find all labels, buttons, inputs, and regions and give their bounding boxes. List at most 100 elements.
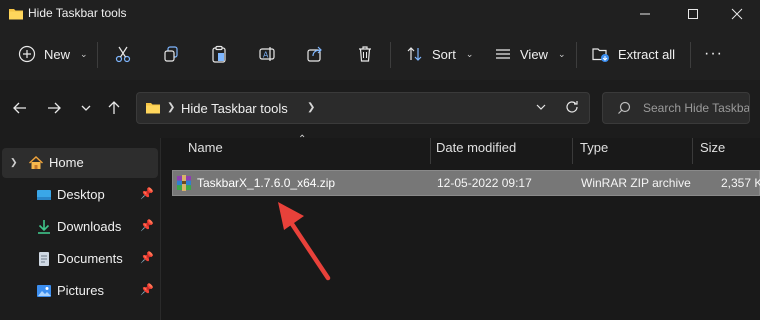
- home-icon: [28, 155, 44, 171]
- plus-circle-icon: [18, 45, 36, 63]
- sidebar-item-downloads[interactable]: Downloads 📌: [0, 212, 156, 242]
- document-icon: [36, 251, 52, 267]
- column-divider[interactable]: [430, 138, 431, 164]
- svg-text:A: A: [263, 51, 269, 60]
- view-label: View: [520, 46, 548, 62]
- winrar-archive-icon: [176, 175, 192, 191]
- clipboard-icon: [212, 45, 226, 63]
- view-list-icon: [496, 49, 510, 59]
- download-icon: [36, 219, 52, 235]
- sidebar-item-label: Documents: [57, 251, 123, 266]
- close-icon: [731, 8, 743, 20]
- breadcrumb-chevron-icon: ❯: [167, 102, 176, 113]
- file-name[interactable]: TaskbarX_1.7.6.0_x64.zip: [197, 176, 335, 190]
- search-box[interactable]: Search Hide Taskbar tools: [602, 92, 750, 124]
- folder-icon: [8, 7, 24, 21]
- divider: [97, 42, 98, 68]
- annotation-arrow-icon: [278, 202, 331, 281]
- pictures-icon: [36, 283, 52, 299]
- column-header-date[interactable]: Date modified: [436, 140, 516, 164]
- title-bar: Hide Taskbar tools: [0, 0, 760, 28]
- copy-button[interactable]: [162, 28, 180, 80]
- file-type: WinRAR ZIP archive: [581, 176, 691, 190]
- maximize-button[interactable]: [670, 0, 716, 28]
- chevron-down-icon: ⌄: [80, 48, 88, 59]
- up-button[interactable]: [104, 98, 124, 118]
- sort-label: Sort: [432, 46, 456, 62]
- sort-ascending-icon: ⌃: [298, 134, 307, 145]
- extract-icon: [592, 48, 609, 62]
- arrow-right-icon: [48, 102, 61, 114]
- trash-icon: [359, 46, 371, 62]
- cut-button[interactable]: [114, 28, 132, 80]
- sidebar-item-documents[interactable]: Documents 📌: [0, 244, 156, 274]
- pin-icon: 📌: [140, 252, 154, 264]
- new-button[interactable]: New ⌄: [18, 28, 88, 80]
- folder-icon: [145, 101, 161, 115]
- arrow-left-icon: [13, 102, 26, 114]
- window-title: Hide Taskbar tools: [28, 6, 127, 20]
- copy-icon: [164, 46, 178, 62]
- desktop-icon: [36, 187, 52, 203]
- search-icon: [617, 101, 631, 115]
- expand-chevron-icon[interactable]: ❯: [10, 157, 18, 168]
- pin-icon: 📌: [140, 284, 154, 296]
- sidebar-item-label: Downloads: [57, 219, 122, 234]
- refresh-button[interactable]: [565, 100, 579, 114]
- column-divider[interactable]: [692, 138, 693, 164]
- file-size: 2,357 K: [721, 176, 760, 190]
- chevron-down-icon: [81, 105, 91, 111]
- close-button[interactable]: [714, 0, 760, 28]
- view-button[interactable]: View ⌄: [494, 28, 566, 80]
- sidebar-item-label: Desktop: [57, 187, 105, 202]
- chevron-down-icon: ⌄: [465, 48, 474, 59]
- column-header-size[interactable]: Size: [700, 140, 725, 164]
- file-list: ⌃ Name Date modified Type Size TaskbarX_…: [162, 134, 760, 320]
- scissors-icon: [115, 46, 131, 63]
- chevron-down-icon: ⌄: [557, 48, 566, 59]
- sidebar-item-label: Pictures: [57, 283, 104, 298]
- refresh-icon: [566, 101, 578, 113]
- column-header-name[interactable]: Name: [188, 140, 223, 164]
- breadcrumb-folder[interactable]: Hide Taskbar tools: [181, 101, 288, 116]
- sidebar-item-desktop[interactable]: Desktop 📌: [0, 180, 156, 210]
- forward-button[interactable]: [44, 98, 64, 118]
- sort-button[interactable]: Sort ⌄: [406, 28, 473, 80]
- recent-locations-button[interactable]: [76, 98, 96, 118]
- table-row[interactable]: TaskbarX_1.7.6.0_x64.zip 12-05-2022 09:1…: [172, 170, 760, 196]
- maximize-icon: [688, 9, 698, 19]
- command-bar: New ⌄ A Sort ⌄ View ⌄ Extract all ···: [0, 28, 760, 81]
- column-divider[interactable]: [572, 138, 573, 164]
- search-placeholder: Search Hide Taskbar tools: [643, 101, 749, 115]
- file-date-modified: 12-05-2022 09:17: [437, 176, 532, 190]
- new-label: New: [44, 46, 71, 62]
- extract-all-button[interactable]: Extract all: [592, 28, 675, 80]
- sidebar-item-label: Home: [49, 155, 84, 170]
- chevron-down-icon: [536, 104, 546, 110]
- sidebar-item-pictures[interactable]: Pictures 📌: [0, 276, 156, 306]
- divider: [690, 42, 691, 68]
- paste-button[interactable]: [210, 28, 228, 80]
- minimize-button[interactable]: [622, 0, 668, 28]
- rename-button[interactable]: A: [258, 28, 276, 80]
- sidebar-item-home[interactable]: ❯ Home: [2, 148, 158, 178]
- address-history-dropdown[interactable]: [535, 101, 547, 113]
- share-button[interactable]: [306, 28, 324, 80]
- back-button[interactable]: [10, 98, 30, 118]
- minimize-icon: [640, 13, 650, 15]
- divider: [390, 42, 391, 68]
- more-options-button[interactable]: ···: [704, 28, 723, 80]
- sort-icon: [407, 47, 422, 61]
- rename-icon: A: [259, 47, 275, 61]
- column-header-type[interactable]: Type: [580, 140, 608, 164]
- pin-icon: 📌: [140, 188, 154, 200]
- share-icon: [307, 46, 322, 62]
- address-bar[interactable]: ❯ Hide Taskbar tools ❯: [136, 92, 590, 124]
- navigation-pane: ❯ Home Desktop 📌 Downloads 📌 Documents 📌…: [0, 138, 161, 320]
- divider: [576, 42, 577, 68]
- extract-all-label: Extract all: [618, 46, 676, 62]
- breadcrumb-chevron-icon[interactable]: ❯: [307, 102, 315, 113]
- arrow-up-icon: [108, 101, 120, 114]
- pin-icon: 📌: [140, 220, 154, 232]
- delete-button[interactable]: [356, 28, 374, 80]
